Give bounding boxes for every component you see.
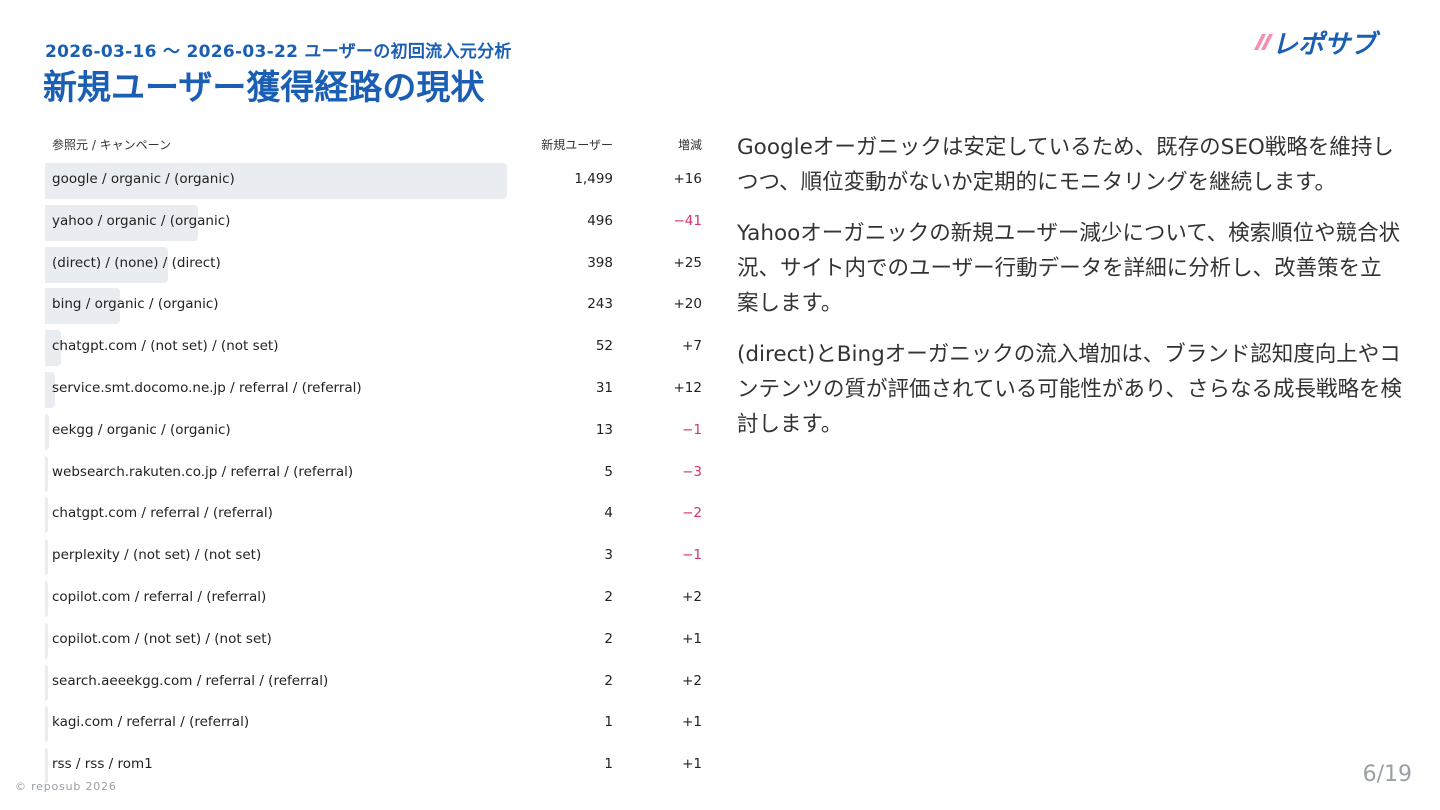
column-header-referrer: 参照元 / キャンペーン bbox=[52, 138, 172, 152]
table-row: copilot.com / referral / (referral) 2 +2 bbox=[45, 578, 710, 620]
table-row: copilot.com / (not set) / (not set) 2 +1 bbox=[45, 620, 710, 662]
table-row: chatgpt.com / (not set) / (not set) 52 +7 bbox=[45, 327, 710, 369]
new-users-value: 2 bbox=[604, 588, 613, 605]
table-row: perplexity / (not set) / (not set) 3 −1 bbox=[45, 536, 710, 578]
change-value: +1 bbox=[682, 630, 702, 647]
referrer-label: kagi.com / referral / (referral) bbox=[52, 714, 250, 731]
new-users-value: 2 bbox=[604, 672, 613, 689]
referrer-label: copilot.com / referral / (referral) bbox=[52, 588, 267, 605]
referrer-label: eekgg / organic / (organic) bbox=[52, 421, 231, 438]
users-bar bbox=[45, 664, 48, 701]
referrer-label: yahoo / organic / (organic) bbox=[52, 212, 231, 229]
table-row: bing / organic / (organic) 243 +20 bbox=[45, 285, 710, 327]
logo-text: レポサブ bbox=[1272, 30, 1381, 60]
column-header-new-users: 新規ユーザー bbox=[541, 138, 613, 152]
referrer-label: rss / rss / rom1 bbox=[52, 756, 153, 773]
users-bar bbox=[45, 748, 48, 785]
change-value: +1 bbox=[682, 756, 702, 773]
users-bar bbox=[45, 580, 48, 617]
change-value: +2 bbox=[682, 588, 702, 605]
referrer-label: bing / organic / (organic) bbox=[52, 296, 219, 313]
table-row: websearch.rakuten.co.jp / referral / (re… bbox=[45, 453, 710, 495]
page-title: 新規ユーザー獲得経路の現状 bbox=[43, 68, 485, 108]
new-users-value: 398 bbox=[587, 254, 613, 271]
users-bar bbox=[45, 706, 48, 743]
new-users-value: 1 bbox=[604, 756, 613, 773]
commentary-paragraph-direct-bing: (direct)とBingオーガニックの流入増加は、ブランド認知度向上やコンテン… bbox=[737, 342, 1402, 437]
change-value: −2 bbox=[682, 505, 702, 522]
new-users-value: 5 bbox=[604, 463, 613, 480]
table-row: search.aeeekgg.com / referral / (referra… bbox=[45, 662, 710, 704]
page-number: 6/19 bbox=[1362, 762, 1412, 787]
referrer-table: 参照元 / キャンペーン 新規ユーザー 増減 google / organic … bbox=[45, 128, 710, 787]
change-value: +20 bbox=[673, 296, 703, 313]
new-users-value: 496 bbox=[587, 212, 613, 229]
new-users-value: 4 bbox=[604, 505, 613, 522]
change-value: −3 bbox=[682, 463, 702, 480]
new-users-value: 243 bbox=[587, 296, 613, 313]
change-value: −1 bbox=[682, 421, 702, 438]
commentary-paragraph-google: Googleオーガニックは安定しているため、既存のSEO戦略を維持しつつ、順位変… bbox=[737, 135, 1394, 195]
table-row: kagi.com / referral / (referral) 1 +1 bbox=[45, 703, 710, 745]
reposub-logo-icon: レポサブ bbox=[1254, 30, 1381, 60]
change-value: −41 bbox=[673, 212, 703, 229]
change-value: −1 bbox=[682, 547, 702, 564]
users-bar bbox=[45, 413, 49, 450]
new-users-value: 3 bbox=[604, 547, 613, 564]
referrer-label: websearch.rakuten.co.jp / referral / (re… bbox=[52, 463, 354, 480]
referrer-label: google / organic / (organic) bbox=[52, 171, 235, 187]
change-value: +25 bbox=[673, 254, 703, 271]
referrer-label: (direct) / (none) / (direct) bbox=[52, 254, 221, 271]
table-row: yahoo / organic / (organic) 496 −41 bbox=[45, 202, 710, 244]
referrer-label: perplexity / (not set) / (not set) bbox=[52, 547, 262, 564]
table-header: 参照元 / キャンペーン 新規ユーザー 増減 bbox=[45, 128, 710, 160]
table-row: service.smt.docomo.ne.jp / referral / (r… bbox=[45, 369, 710, 411]
new-users-value: 52 bbox=[595, 338, 613, 355]
change-value: +7 bbox=[682, 338, 702, 355]
copyright: © reposub 2026 bbox=[15, 780, 117, 793]
referrer-label: chatgpt.com / referral / (referral) bbox=[52, 505, 273, 522]
referrer-label: search.aeeekgg.com / referral / (referra… bbox=[52, 672, 329, 689]
table-row: google / organic / (organic) 1,499 +16 bbox=[45, 160, 710, 202]
referrer-label: copilot.com / (not set) / (not set) bbox=[52, 630, 272, 647]
report-subtitle: 2026-03-16 〜 2026-03-22 ユーザーの初回流入元分析 bbox=[45, 42, 512, 62]
new-users-value: 1 bbox=[604, 714, 613, 731]
new-users-value: 2 bbox=[604, 630, 613, 647]
new-users-value: 1,499 bbox=[574, 171, 613, 187]
users-bar bbox=[45, 622, 48, 659]
referrer-label: chatgpt.com / (not set) / (not set) bbox=[52, 338, 279, 355]
table-row: rss / rss / rom1 1 +1 bbox=[45, 745, 710, 787]
table-body: google / organic / (organic) 1,499 +16 yaho… bbox=[45, 160, 710, 787]
change-value: +16 bbox=[673, 171, 703, 187]
change-value: +1 bbox=[682, 714, 702, 731]
users-bar bbox=[45, 455, 48, 492]
commentary-paragraph-yahoo: Yahooオーガニックの新規ユーザー減少について、検索順位や競合状況、サイト内で… bbox=[737, 221, 1401, 316]
change-value: +12 bbox=[673, 379, 703, 396]
referrer-label: service.smt.docomo.ne.jp / referral / (r… bbox=[52, 379, 362, 396]
table-row: (direct) / (none) / (direct) 398 +25 bbox=[45, 244, 710, 286]
users-bar bbox=[45, 539, 48, 576]
new-users-value: 13 bbox=[595, 421, 613, 438]
table-row: chatgpt.com / referral / (referral) 4 −2 bbox=[45, 494, 710, 536]
new-users-value: 31 bbox=[595, 379, 613, 396]
change-value: +2 bbox=[682, 672, 702, 689]
commentary-panel: Googleオーガニックは安定しているため、既存のSEO戦略を維持しつつ、順位変… bbox=[737, 130, 1402, 458]
users-bar bbox=[45, 497, 48, 534]
table-row: eekgg / organic / (organic) 13 −1 bbox=[45, 411, 710, 453]
column-header-change: 増減 bbox=[677, 138, 702, 152]
